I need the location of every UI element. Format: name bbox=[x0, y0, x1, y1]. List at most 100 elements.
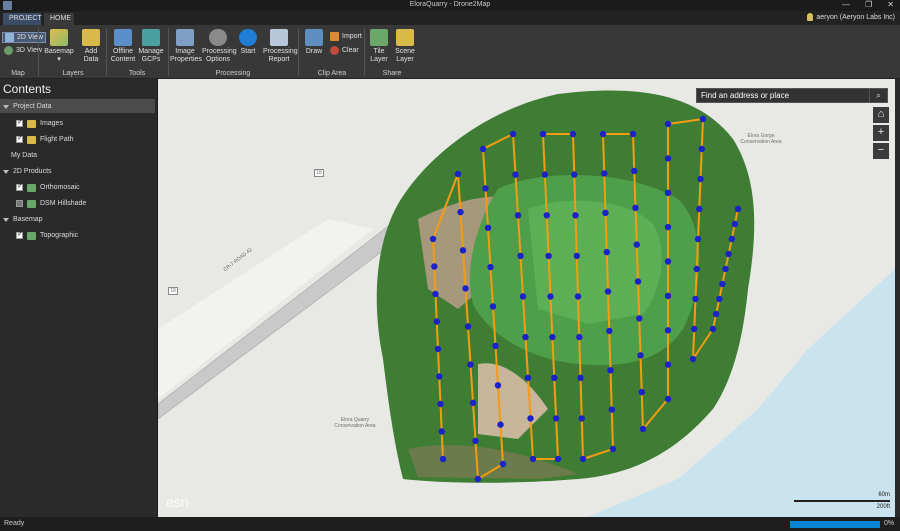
waypoint-marker[interactable] bbox=[709, 325, 717, 333]
waypoint-marker[interactable] bbox=[578, 415, 585, 422]
waypoint-marker[interactable] bbox=[499, 460, 507, 468]
waypoint-marker[interactable] bbox=[454, 170, 462, 178]
tree-item-images[interactable]: Images bbox=[16, 117, 63, 130]
waypoint-marker[interactable] bbox=[459, 247, 467, 254]
waypoint-marker[interactable] bbox=[699, 115, 707, 123]
waypoint-marker[interactable] bbox=[489, 303, 497, 310]
home-button[interactable]: ⌂ bbox=[873, 107, 889, 123]
waypoint-marker[interactable] bbox=[692, 295, 699, 303]
waypoint-marker[interactable] bbox=[551, 374, 558, 381]
manage-gcps-button[interactable]: Manage GCPs bbox=[138, 29, 164, 64]
waypoint-marker[interactable] bbox=[664, 395, 672, 403]
dsm-hillshade-checkbox[interactable] bbox=[16, 200, 23, 207]
waypoint-marker[interactable] bbox=[722, 265, 729, 273]
waypoint-marker[interactable] bbox=[527, 415, 534, 422]
waypoint-marker[interactable] bbox=[512, 171, 519, 178]
minimize-button[interactable]: — bbox=[842, 0, 850, 9]
clear-button[interactable]: Clear bbox=[328, 45, 361, 56]
waypoint-marker[interactable] bbox=[577, 374, 584, 381]
waypoint-marker[interactable] bbox=[462, 285, 469, 292]
offline-content-button[interactable]: Offline Content bbox=[110, 29, 136, 64]
topographic-checkbox[interactable] bbox=[16, 230, 23, 239]
orthomosaic-checkbox[interactable] bbox=[16, 182, 23, 191]
processing-report-button[interactable]: Processing Report bbox=[263, 29, 298, 64]
waypoint-marker[interactable] bbox=[637, 352, 644, 359]
waypoint-marker[interactable] bbox=[432, 290, 439, 298]
waypoint-marker[interactable] bbox=[712, 310, 720, 318]
waypoint-marker[interactable] bbox=[554, 455, 562, 463]
waypoint-marker[interactable] bbox=[664, 258, 672, 265]
waypoint-marker[interactable] bbox=[639, 425, 647, 433]
tab-home[interactable]: HOME bbox=[44, 13, 74, 25]
tree-item-flight-path[interactable]: Flight Path bbox=[16, 133, 73, 146]
waypoint-marker[interactable] bbox=[603, 248, 610, 256]
waypoint-marker[interactable] bbox=[633, 241, 640, 248]
waypoint-marker[interactable] bbox=[543, 212, 550, 219]
waypoint-marker[interactable] bbox=[552, 415, 560, 422]
tile-layer-button[interactable]: Tile Layer bbox=[368, 29, 390, 64]
waypoint-marker[interactable] bbox=[664, 120, 672, 128]
waypoint-marker[interactable] bbox=[437, 400, 444, 408]
waypoint-marker[interactable] bbox=[693, 265, 700, 273]
waypoint-marker[interactable] bbox=[734, 205, 742, 213]
zoom-in-button[interactable]: + bbox=[873, 125, 889, 141]
processing-options-button[interactable]: Processing Options bbox=[202, 29, 237, 64]
expand-icon[interactable] bbox=[3, 104, 9, 109]
waypoint-marker[interactable] bbox=[691, 325, 698, 333]
zoom-out-button[interactable]: − bbox=[873, 143, 889, 159]
waypoint-marker[interactable] bbox=[636, 315, 643, 322]
waypoint-marker[interactable] bbox=[725, 250, 732, 258]
waypoint-marker[interactable] bbox=[634, 278, 642, 285]
waypoint-marker[interactable] bbox=[433, 318, 440, 325]
waypoint-marker[interactable] bbox=[576, 333, 583, 341]
waypoint-marker[interactable] bbox=[697, 175, 704, 183]
waypoint-marker[interactable] bbox=[606, 327, 613, 335]
waypoint-marker[interactable] bbox=[487, 263, 494, 271]
waypoint-marker[interactable] bbox=[434, 345, 442, 353]
import-button[interactable]: Import bbox=[328, 31, 364, 42]
tree-group-basemap[interactable]: Basemap bbox=[3, 213, 43, 226]
waypoint-marker[interactable] bbox=[545, 252, 552, 260]
waypoint-marker[interactable] bbox=[632, 204, 639, 211]
image-properties-button[interactable]: Image Properties bbox=[170, 29, 202, 64]
basemap-button[interactable]: Basemap ▾ bbox=[44, 29, 74, 64]
waypoint-marker[interactable] bbox=[694, 235, 702, 243]
waypoint-marker[interactable] bbox=[524, 374, 532, 381]
flight-path-checkbox[interactable] bbox=[16, 134, 23, 143]
search-input[interactable] bbox=[697, 89, 869, 102]
tree-group-2d-products[interactable]: 2D Products bbox=[3, 165, 52, 178]
tree-item-topographic[interactable]: Topographic bbox=[16, 229, 78, 242]
waypoint-marker[interactable] bbox=[497, 421, 504, 428]
waypoint-marker[interactable] bbox=[472, 437, 479, 445]
waypoint-marker[interactable] bbox=[541, 171, 549, 178]
waypoint-marker[interactable] bbox=[529, 455, 537, 463]
waypoint-marker[interactable] bbox=[579, 455, 587, 463]
waypoint-marker[interactable] bbox=[664, 327, 672, 334]
waypoint-marker[interactable] bbox=[607, 367, 614, 374]
tree-item-dsm-hillshade[interactable]: DSM Hillshade bbox=[16, 197, 86, 210]
waypoint-marker[interactable] bbox=[514, 212, 522, 219]
waypoint-marker[interactable] bbox=[664, 292, 672, 300]
expand-icon[interactable] bbox=[3, 217, 9, 222]
waypoint-marker[interactable] bbox=[599, 130, 607, 138]
scene-layer-button[interactable]: Scene Layer bbox=[394, 29, 416, 64]
map-view[interactable]: Elora Gorge Conservation Area Elora Quar… bbox=[158, 79, 895, 517]
waypoint-marker[interactable] bbox=[608, 406, 615, 413]
user-account[interactable]: aeryon (Aeryon Labs Inc) bbox=[807, 13, 895, 21]
waypoint-marker[interactable] bbox=[689, 355, 697, 363]
waypoint-marker[interactable] bbox=[431, 263, 438, 270]
waypoint-marker[interactable] bbox=[573, 252, 580, 260]
waypoint-marker[interactable] bbox=[716, 295, 723, 303]
waypoint-marker[interactable] bbox=[638, 388, 645, 396]
waypoint-marker[interactable] bbox=[439, 455, 447, 463]
tree-group-project-data[interactable]: Project Data bbox=[3, 100, 52, 113]
waypoint-marker[interactable] bbox=[569, 130, 577, 138]
waypoint-marker[interactable] bbox=[631, 167, 638, 175]
expand-icon[interactable] bbox=[3, 169, 9, 174]
waypoint-marker[interactable] bbox=[602, 209, 609, 216]
waypoint-marker[interactable] bbox=[482, 185, 489, 192]
waypoint-marker[interactable] bbox=[698, 145, 705, 153]
waypoint-marker[interactable] bbox=[719, 280, 726, 288]
waypoint-marker[interactable] bbox=[469, 399, 477, 406]
close-button[interactable]: ✕ bbox=[887, 0, 894, 9]
